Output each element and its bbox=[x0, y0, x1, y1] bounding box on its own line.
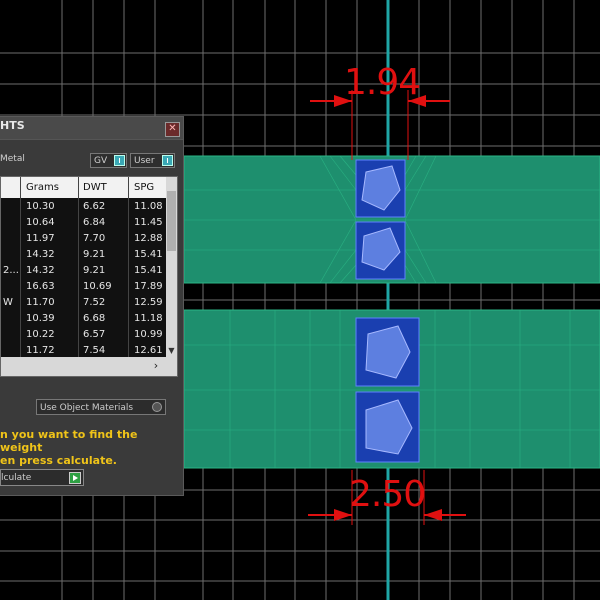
table-cell-dwt: 7.70 bbox=[83, 233, 106, 244]
table-cell-spg: 15.41 bbox=[134, 265, 163, 276]
table-cell-grams: 11.70 bbox=[26, 297, 55, 308]
weights-table[interactable]: Grams DWT SPG 10.30 6.62 11.08 10.64 6.84 11.… bbox=[0, 176, 178, 377]
scroll-down-icon[interactable]: ▼ bbox=[167, 346, 176, 356]
instructions-line: n you want to find the weight bbox=[0, 428, 138, 454]
table-cell-dwt: 10.69 bbox=[83, 281, 112, 292]
table-header: Grams DWT SPG bbox=[1, 177, 167, 198]
table-row[interactable]: 10.30 6.62 11.08 bbox=[1, 199, 167, 215]
radio-icon[interactable] bbox=[152, 402, 162, 412]
metal-label: Metal bbox=[0, 154, 25, 164]
user-toggle-icon[interactable] bbox=[162, 155, 173, 166]
table-cell-grams: 16.63 bbox=[26, 281, 55, 292]
instructions-text: n you want to find the weight en press c… bbox=[0, 428, 183, 467]
table-row[interactable]: 2... 14.32 9.21 15.41 bbox=[1, 263, 167, 279]
table-row[interactable]: 14.32 9.21 15.41 bbox=[1, 247, 167, 263]
panel-title-bar[interactable]: HTS ✕ bbox=[0, 117, 183, 140]
table-cell-dwt: 6.84 bbox=[83, 217, 106, 228]
gv-toggle-label: GV bbox=[94, 156, 108, 166]
calculate-button-label: lculate bbox=[1, 473, 32, 483]
gv-toggle-icon[interactable] bbox=[114, 155, 125, 166]
table-cell-dwt: 7.52 bbox=[83, 297, 106, 308]
table-cell-spg: 11.18 bbox=[134, 313, 163, 324]
column-header-grams[interactable]: Grams bbox=[26, 182, 59, 193]
table-cell-spg: 15.41 bbox=[134, 249, 163, 260]
table-row[interactable]: 10.22 6.57 10.99 bbox=[1, 327, 167, 343]
table-cell-grams: 10.64 bbox=[26, 217, 55, 228]
vertical-scrollbar[interactable]: ▼ bbox=[166, 177, 177, 357]
table-cell-grams: 14.32 bbox=[26, 265, 55, 276]
weights-panel[interactable]: HTS ✕ Metal GV User Grams DWT SPG 10.30 6… bbox=[0, 116, 184, 496]
top-dimension-value: 1.94 bbox=[344, 62, 421, 103]
table-cell-dwt: 6.68 bbox=[83, 313, 106, 324]
table-cell-grams: 14.32 bbox=[26, 249, 55, 260]
table-row[interactable]: 10.39 6.68 11.18 bbox=[1, 311, 167, 327]
table-cell-name: 2... bbox=[3, 265, 19, 276]
table-row[interactable]: W 11.70 7.52 12.59 bbox=[1, 295, 167, 311]
table-cell-grams: 11.72 bbox=[26, 345, 55, 356]
calculate-button[interactable]: lculate bbox=[0, 469, 84, 486]
table-row[interactable]: 16.63 10.69 17.89 bbox=[1, 279, 167, 295]
user-toggle-label: User bbox=[134, 156, 155, 166]
table-row[interactable]: 10.64 6.84 11.45 bbox=[1, 215, 167, 231]
scroll-right-icon[interactable]: › bbox=[149, 359, 163, 373]
table-row[interactable]: 11.97 7.70 12.88 bbox=[1, 231, 167, 247]
table-cell-spg: 10.99 bbox=[134, 329, 163, 340]
table-cell-spg: 12.88 bbox=[134, 233, 163, 244]
table-cell-grams: 10.30 bbox=[26, 201, 55, 212]
table-cell-spg: 17.89 bbox=[134, 281, 163, 292]
table-cell-spg: 12.61 bbox=[134, 345, 163, 356]
horizontal-scrollbar[interactable]: › bbox=[1, 357, 177, 376]
table-cell-spg: 11.08 bbox=[134, 201, 163, 212]
table-cell-name: W bbox=[3, 297, 13, 308]
column-header-spg[interactable]: SPG bbox=[134, 182, 154, 193]
table-cell-dwt: 9.21 bbox=[83, 249, 106, 260]
table-cell-spg: 12.59 bbox=[134, 297, 163, 308]
panel-title: HTS bbox=[0, 119, 25, 132]
table-cell-grams: 10.22 bbox=[26, 329, 55, 340]
gv-toggle[interactable]: GV bbox=[90, 153, 127, 168]
material-select[interactable]: Use Object Materials bbox=[36, 399, 166, 415]
table-cell-dwt: 6.57 bbox=[83, 329, 106, 340]
table-cell-grams: 11.97 bbox=[26, 233, 55, 244]
table-cell-dwt: 6.62 bbox=[83, 201, 106, 212]
play-icon[interactable] bbox=[69, 472, 81, 484]
table-cell-spg: 11.45 bbox=[134, 217, 163, 228]
close-icon[interactable]: ✕ bbox=[165, 122, 180, 137]
bottom-dimension-value: 2.50 bbox=[349, 474, 426, 515]
material-select-label: Use Object Materials bbox=[40, 403, 134, 413]
column-header-dwt[interactable]: DWT bbox=[83, 182, 107, 193]
instructions-line: en press calculate. bbox=[0, 454, 117, 467]
table-cell-grams: 10.39 bbox=[26, 313, 55, 324]
scrollbar-thumb[interactable] bbox=[167, 191, 176, 251]
user-toggle[interactable]: User bbox=[130, 153, 175, 168]
table-cell-dwt: 9.21 bbox=[83, 265, 106, 276]
table-cell-dwt: 7.54 bbox=[83, 345, 106, 356]
